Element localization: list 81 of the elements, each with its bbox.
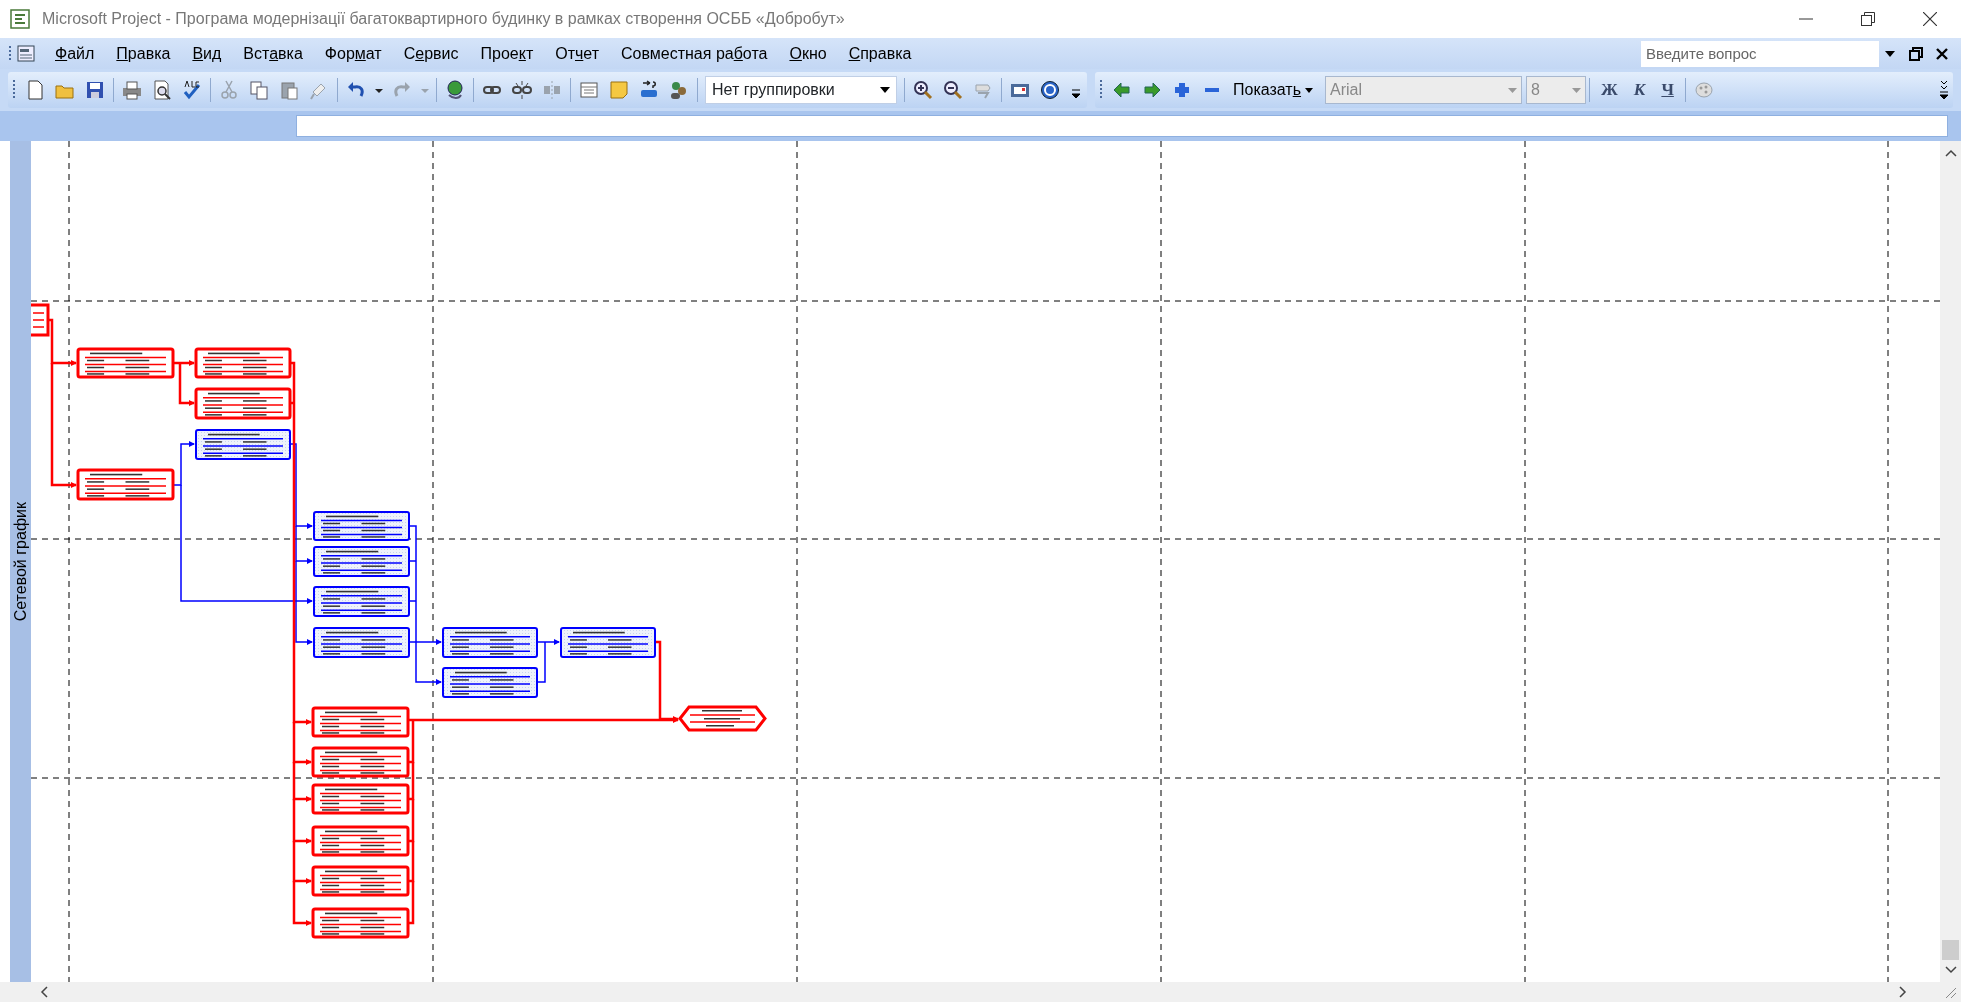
task-node[interactable]	[560, 627, 656, 658]
menu-item[interactable]: Вставка	[232, 39, 314, 68]
connector-line	[292, 762, 312, 802]
menu-item[interactable]: Проект	[469, 39, 545, 68]
document-icon[interactable]	[16, 43, 36, 64]
toolbar-grip[interactable]	[12, 79, 16, 101]
restore-icon[interactable]	[1861, 12, 1875, 26]
task-node[interactable]	[195, 429, 291, 460]
people-icon[interactable]	[669, 80, 689, 100]
menu-item[interactable]: Сервис	[392, 39, 470, 68]
magnifier-page-icon[interactable]	[152, 80, 172, 100]
window-title: Microsoft Project - Програма модернізації багатоквартирного будинку в рамках створення ОСББ «Добробут»	[42, 9, 845, 29]
left-arrow-icon[interactable]	[1112, 80, 1132, 100]
task-node[interactable]	[442, 667, 538, 698]
connector-line	[292, 881, 312, 926]
card-icon[interactable]	[579, 80, 599, 100]
scroll-up-icon[interactable]	[1944, 149, 1957, 157]
menu-item[interactable]: Справка	[837, 39, 923, 68]
spell-check-icon[interactable]	[182, 80, 202, 100]
menu-item[interactable]: Вид	[181, 39, 233, 68]
close-icon[interactable]	[1923, 12, 1937, 26]
italic-button[interactable]: К	[1625, 77, 1654, 103]
broken-chain-icon[interactable]	[512, 80, 532, 100]
connector-line	[292, 841, 312, 884]
resize-grip-icon[interactable]	[1943, 985, 1957, 999]
vertical-scrollbar[interactable]	[1940, 141, 1961, 982]
task-node[interactable]	[31, 303, 50, 337]
task-node[interactable]	[311, 907, 410, 939]
show-menu-button[interactable]: Показать	[1233, 78, 1302, 102]
view-bar[interactable]: Сетевой график	[10, 141, 31, 982]
task-node[interactable]	[311, 783, 410, 815]
help-search-field[interactable]: Введите вопрос	[1641, 40, 1879, 67]
zoom-out-icon[interactable]	[943, 80, 963, 100]
menu-item[interactable]: Совместная работа	[610, 39, 779, 68]
globe-icon[interactable]	[445, 80, 465, 100]
overflow-icon[interactable]	[1939, 80, 1949, 100]
scroll-down-icon[interactable]	[1944, 966, 1957, 974]
zoom-in-icon[interactable]	[913, 80, 933, 100]
task-node[interactable]	[194, 347, 292, 379]
entry-field[interactable]	[296, 115, 1948, 137]
dropdown-caret-icon[interactable]	[880, 87, 890, 93]
app-icon	[10, 9, 30, 29]
scroll-left-icon[interactable]	[40, 986, 48, 998]
dropdown-caret-icon[interactable]	[1885, 50, 1895, 57]
right-arrow-icon[interactable]	[1142, 80, 1162, 100]
task-node[interactable]	[194, 387, 292, 420]
assign-icon[interactable]	[639, 80, 659, 100]
bold-button[interactable]: Ж	[1593, 77, 1626, 103]
grouping-select[interactable]: Нет группировки	[705, 76, 897, 104]
task-node[interactable]	[311, 706, 410, 738]
menu-item[interactable]: Файл	[44, 39, 106, 68]
scroll-thumb[interactable]	[1942, 940, 1959, 960]
underline-button[interactable]: Ч	[1653, 77, 1682, 103]
blank-page-icon[interactable]	[25, 80, 45, 100]
milestone-node[interactable]	[678, 705, 767, 732]
menu-item[interactable]: Правка	[105, 39, 182, 68]
task-node[interactable]	[313, 586, 410, 617]
caret-icon[interactable]	[1305, 87, 1314, 93]
task-node[interactable]	[442, 627, 538, 658]
copy-icon[interactable]	[249, 80, 269, 100]
menu-item[interactable]: Формат	[313, 39, 393, 68]
task-node[interactable]	[76, 468, 175, 501]
printer-icon[interactable]	[122, 80, 142, 100]
horizontal-scrollbar[interactable]	[0, 982, 1961, 1002]
task-node[interactable]	[313, 511, 410, 541]
restore-icon[interactable]	[1909, 46, 1923, 61]
close-icon[interactable]	[1935, 46, 1949, 61]
task-node[interactable]	[311, 825, 410, 857]
menu-item[interactable]: Окно	[778, 39, 838, 68]
task-node[interactable]	[313, 627, 410, 658]
plus-icon[interactable]	[1172, 80, 1192, 100]
menu-item[interactable]: Отчет	[544, 39, 611, 68]
help-icon[interactable]	[1040, 80, 1060, 100]
connector-line	[292, 799, 312, 844]
scroll-right-icon[interactable]	[1899, 986, 1907, 998]
task-node[interactable]	[311, 746, 410, 778]
task-node[interactable]	[313, 546, 410, 577]
toolbar-grip[interactable]	[1099, 79, 1103, 101]
overflow-icon[interactable]	[1071, 88, 1081, 100]
task-node[interactable]	[311, 865, 410, 897]
task-node[interactable]	[76, 347, 175, 379]
